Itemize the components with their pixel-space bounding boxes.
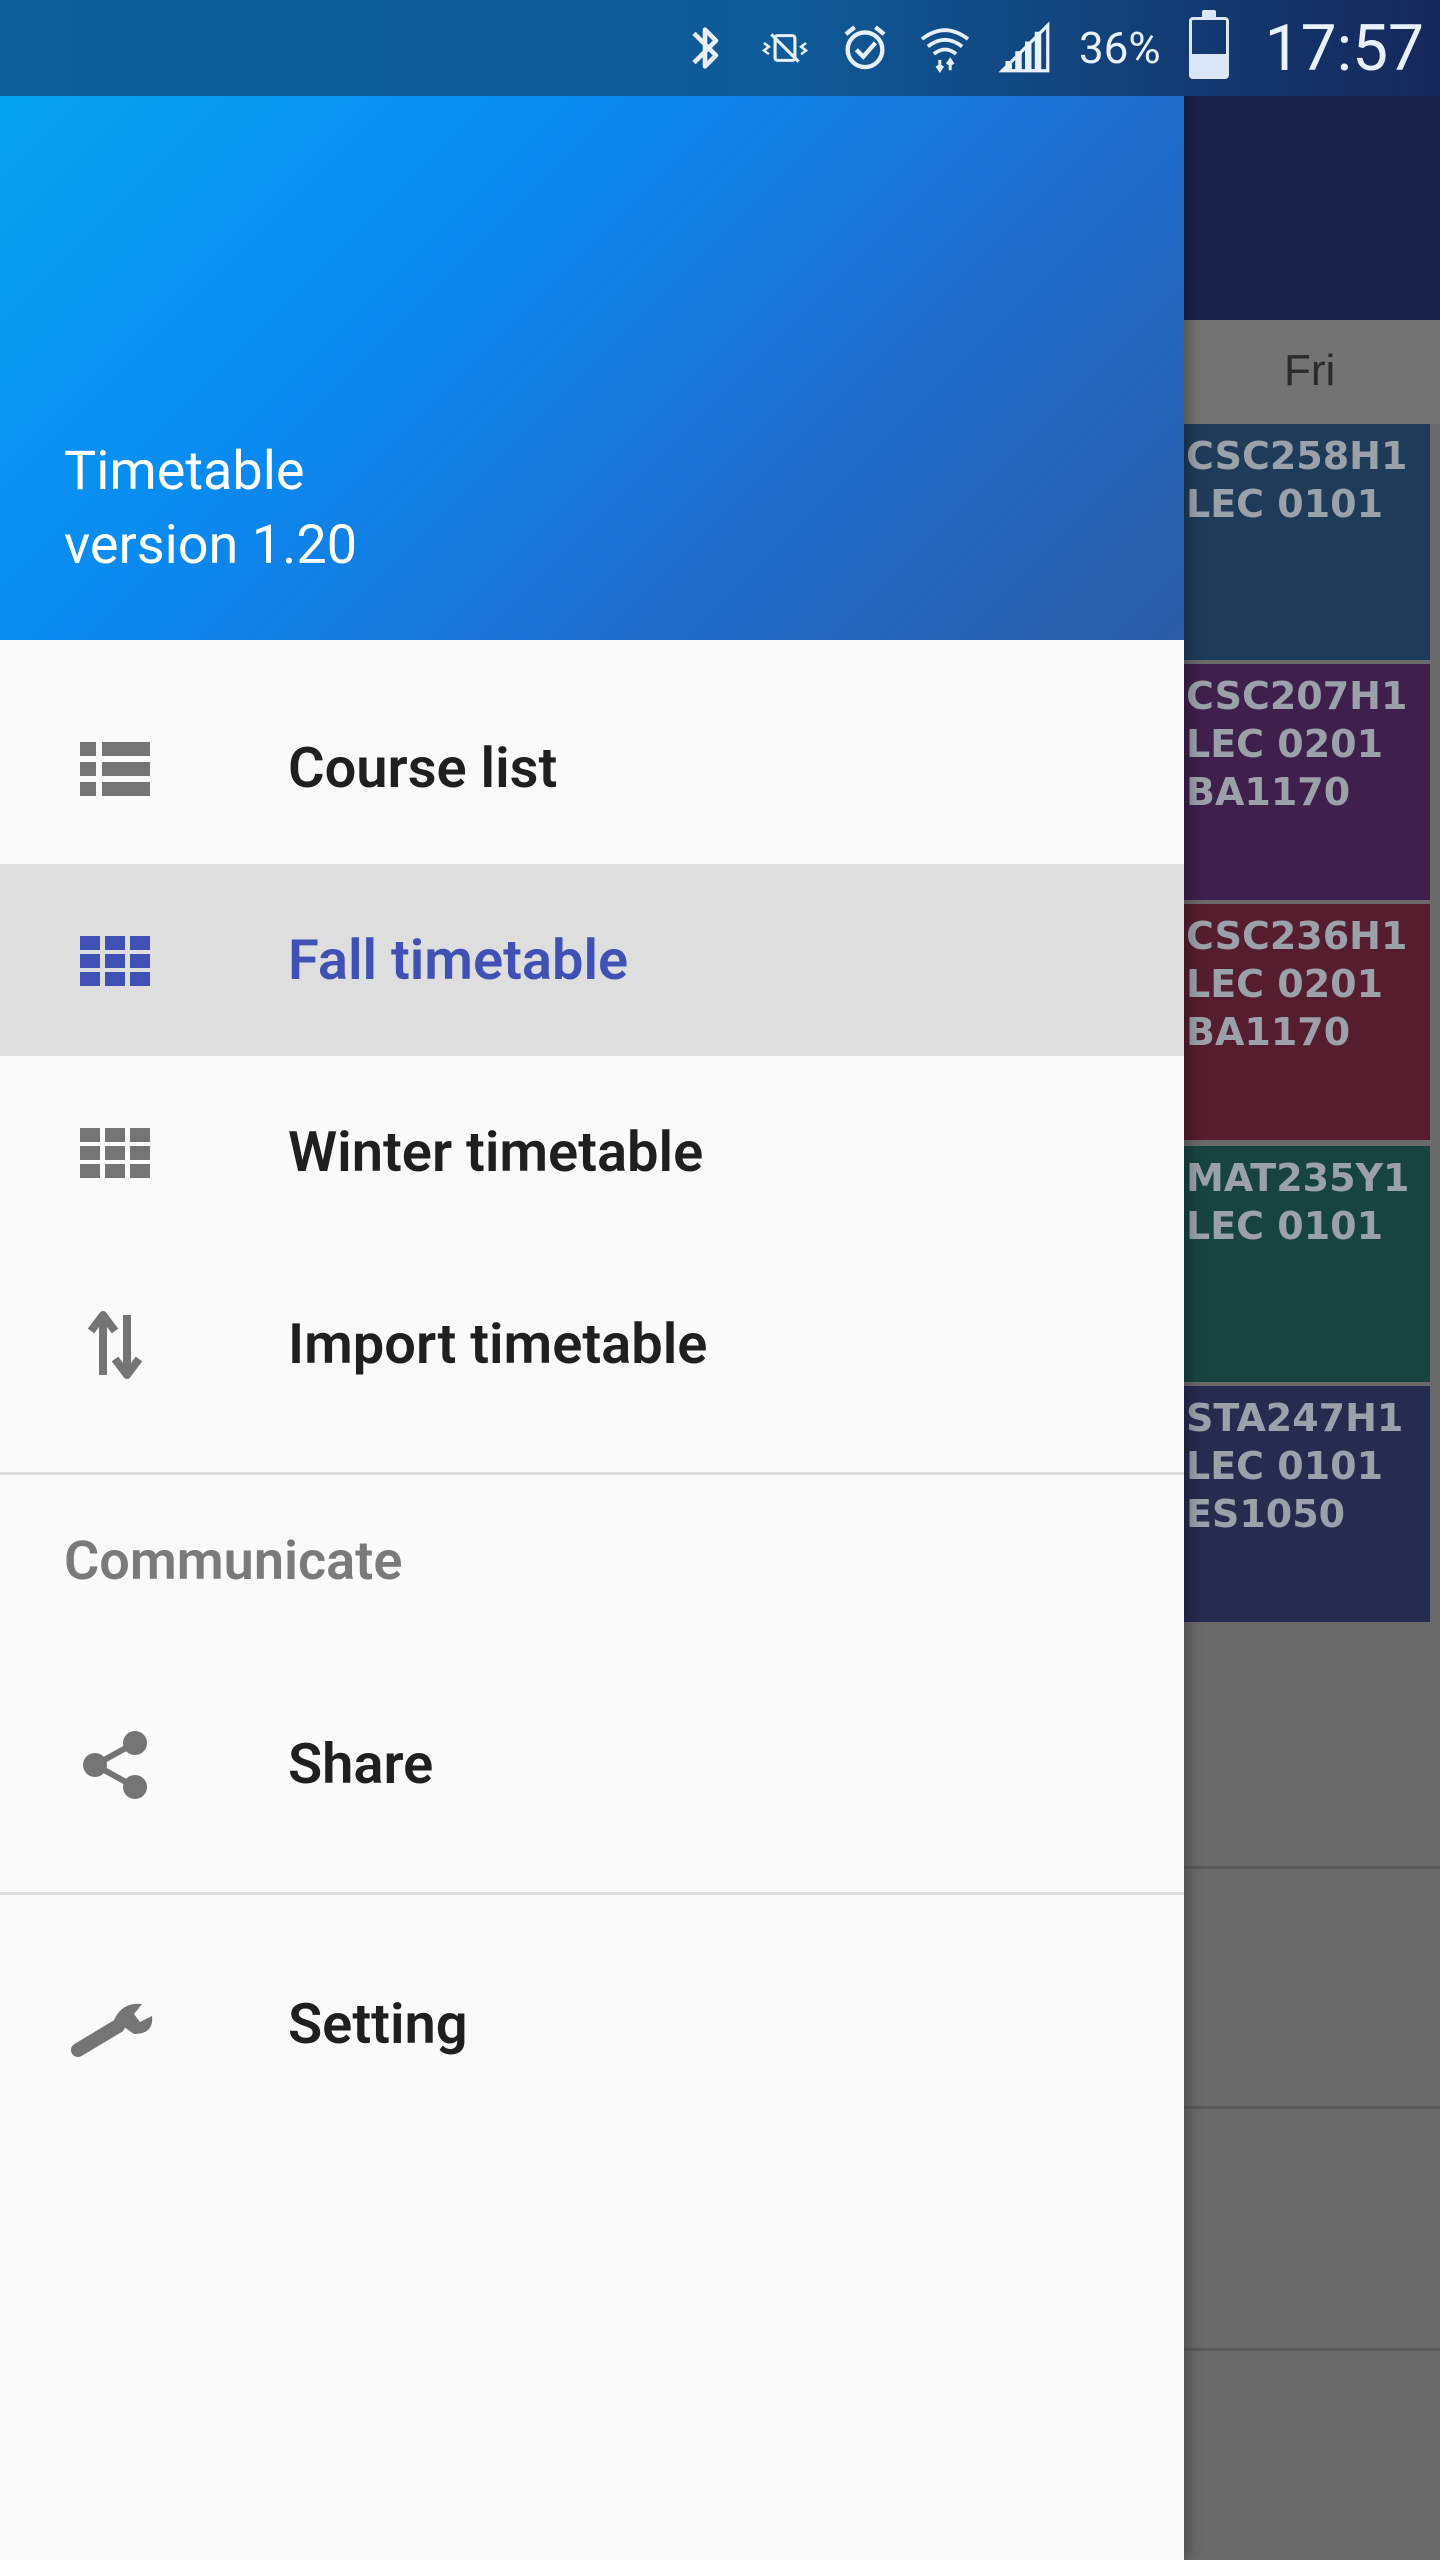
menu-item-course-list[interactable]: Course list (0, 672, 1184, 864)
share-icon (70, 1730, 160, 1800)
grid-line (1184, 2106, 1440, 2109)
course-room: BA1170 (1186, 1010, 1351, 1054)
alarm-icon (839, 22, 891, 74)
grid-line (1184, 2348, 1440, 2351)
course-code: CSC258H1 (1186, 434, 1408, 478)
drawer-header: Timetable version 1.20 (0, 96, 1184, 640)
course-section: LEC 0101 (1186, 1444, 1384, 1488)
battery-percent: 36% (1078, 22, 1161, 74)
course-section: LEC 0101 (1186, 1204, 1384, 1248)
course-code: CSC207H1 (1186, 674, 1408, 718)
signal-icon (998, 21, 1051, 74)
menu-label: Share (288, 1731, 434, 1797)
grid-icon (70, 1118, 160, 1188)
bluetooth-icon (679, 22, 731, 74)
divider (0, 1472, 1184, 1475)
menu-item-setting[interactable]: Setting (0, 1928, 1184, 2120)
menu-item-fall-timetable[interactable]: Fall timetable (0, 864, 1184, 1056)
course-room: ES1050 (1186, 1492, 1346, 1536)
course-block-2[interactable]: CSC207H1 LEC 0201 BA1170 (1184, 664, 1430, 900)
background-timetable: Fri CSC258H1 LEC 0101 CSC207H1 LEC 0201 … (1184, 0, 1440, 2560)
section-title-communicate: Communicate (64, 1530, 403, 1593)
menu-label: Fall timetable (288, 927, 629, 993)
menu-label: Winter timetable (288, 1119, 704, 1185)
course-code: CSC236H1 (1186, 914, 1408, 958)
navigation-drawer: Timetable version 1.20 Course list Fall … (0, 0, 1184, 2560)
wrench-icon (70, 1990, 160, 2060)
vibrate-icon (759, 22, 811, 74)
divider (0, 1892, 1184, 1895)
course-section: LEC 0101 (1186, 482, 1384, 526)
course-block-4[interactable]: MAT235Y1 LEC 0101 (1184, 1146, 1430, 1382)
import-export-icon (70, 1310, 160, 1380)
list-icon (70, 734, 160, 804)
day-header-fri: Fri (1284, 346, 1336, 395)
course-room: BA1170 (1186, 770, 1351, 814)
grid-icon (70, 926, 160, 996)
menu-label: Setting (288, 1991, 468, 2057)
course-code: STA247H1 (1186, 1396, 1404, 1440)
course-block-1[interactable]: CSC258H1 LEC 0101 (1184, 424, 1430, 660)
course-code: MAT235Y1 (1186, 1156, 1410, 1200)
wifi-icon (919, 22, 971, 74)
menu-item-winter-timetable[interactable]: Winter timetable (0, 1056, 1184, 1248)
battery-icon (1188, 10, 1229, 79)
course-block-3[interactable]: CSC236H1 LEC 0201 BA1170 (1184, 904, 1430, 1140)
status-bar: 36% 17:57 (0, 0, 1440, 96)
menu-label: Import timetable (288, 1311, 708, 1377)
menu-item-import-timetable[interactable]: Import timetable (0, 1248, 1184, 1440)
menu-label: Course list (288, 735, 558, 801)
course-block-5[interactable]: STA247H1 LEC 0101 ES1050 (1184, 1386, 1430, 1622)
background-toolbar (1184, 96, 1440, 320)
app-name: Timetable (64, 440, 305, 503)
grid-line (1184, 1866, 1440, 1869)
clock: 17:57 (1264, 10, 1424, 86)
course-section: LEC 0201 (1186, 962, 1384, 1006)
menu-item-share[interactable]: Share (0, 1668, 1184, 1860)
course-section: LEC 0201 (1186, 722, 1384, 766)
app-version: version 1.20 (64, 514, 358, 577)
